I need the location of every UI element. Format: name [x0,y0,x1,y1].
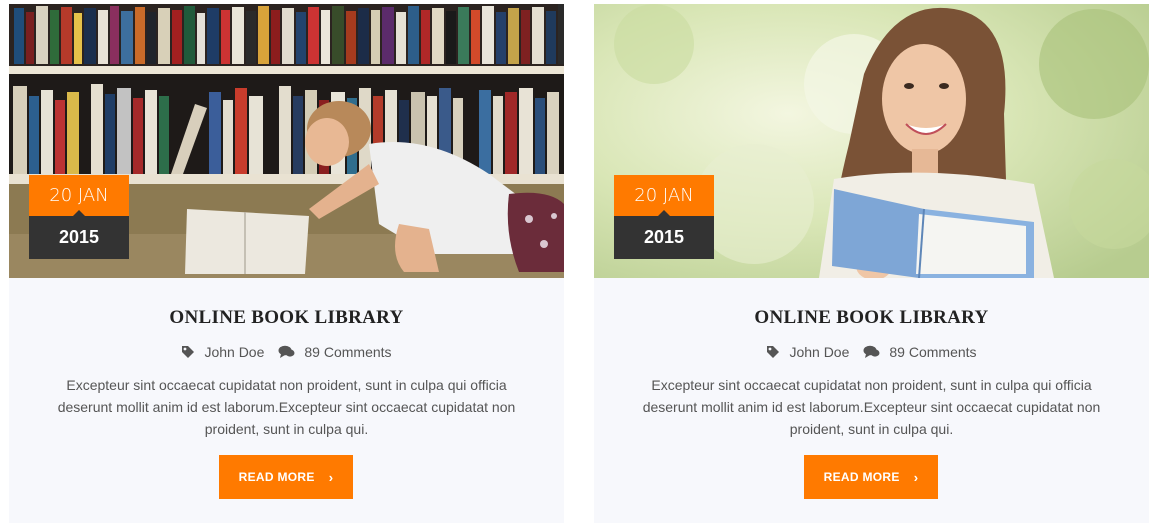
post-meta: John Doe 89 Comments [9,344,564,360]
author-name: John Doe [789,344,850,360]
comments-icon [278,345,295,358]
date-year: 2015 [614,216,714,259]
post-author[interactable]: John Doe [181,344,264,360]
read-more-button[interactable]: READ MORE › [804,455,938,499]
chevron-right-icon: › [328,469,334,485]
date-day-month: 20 JAN [29,175,129,217]
post-title[interactable]: ONLINE BOOK LIBRARY [9,307,564,329]
read-more-label: READ MORE [823,470,900,484]
tag-icon [182,346,195,358]
read-more-label: READ MORE [238,470,315,484]
blog-card: 20 JAN 2015 ONLINE BOOK LIBRARY John Doe… [594,4,1149,523]
comments-count: 89 Comments [304,344,392,360]
date-badge: 20 JAN 2015 [29,175,129,259]
date-year: 2015 [29,216,129,259]
author-name: John Doe [204,344,265,360]
post-image-library[interactable]: 20 JAN 2015 [9,4,564,278]
chevron-right-icon: › [913,469,919,485]
post-image-reader[interactable]: 20 JAN 2015 [594,4,1149,278]
post-excerpt: Excepteur sint occaecat cupidatat non pr… [57,377,516,437]
post-comments[interactable]: 89 Comments [278,344,392,360]
blog-card: 20 JAN 2015 ONLINE BOOK LIBRARY John Doe… [9,4,564,523]
post-comments[interactable]: 89 Comments [863,344,977,360]
date-day-month: 20 JAN [614,175,714,217]
tag-icon [767,346,780,358]
post-author[interactable]: John Doe [766,344,849,360]
comments-count: 89 Comments [889,344,977,360]
read-more-button[interactable]: READ MORE › [219,455,353,499]
date-badge: 20 JAN 2015 [614,175,714,259]
post-title[interactable]: ONLINE BOOK LIBRARY [594,307,1149,329]
post-excerpt: Excepteur sint occaecat cupidatat non pr… [642,377,1101,437]
comments-icon [863,345,880,358]
post-meta: John Doe 89 Comments [594,344,1149,360]
